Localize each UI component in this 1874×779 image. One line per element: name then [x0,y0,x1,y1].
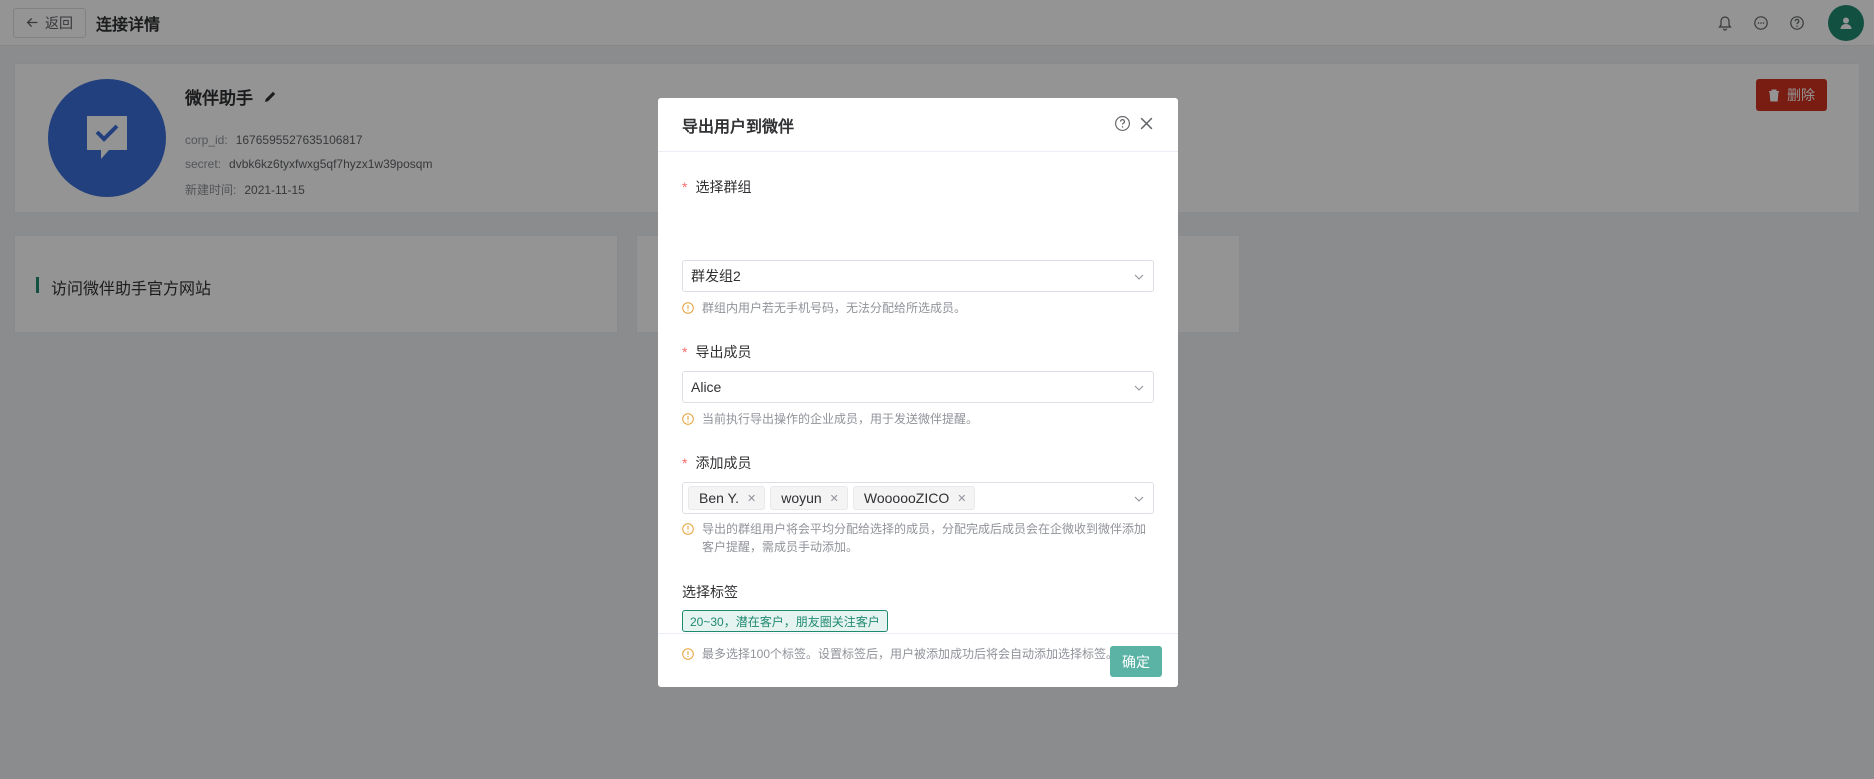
warning-icon [682,523,694,535]
chip-remove-icon[interactable]: ✕ [957,492,966,505]
confirm-button[interactable]: 确定 [1110,646,1162,677]
member-chip: woyun ✕ [770,486,848,510]
add-members-hint: 导出的群组用户将会平均分配给选择的成员，分配完成后成员会在企微收到微伴添加客户提… [682,520,1154,556]
export-users-dialog: 导出用户到微伴 * 选择群组 群发组2 群组内用户若无手机号码，无法分配给所选成员… [658,98,1178,687]
group-select-value: 群发组2 [691,268,741,284]
chevron-down-icon [1134,496,1144,502]
chevron-down-icon [1134,385,1144,391]
chevron-down-icon [1134,274,1144,280]
member-select-value: Alice [691,379,722,395]
help-icon[interactable] [1114,115,1131,132]
member-chip: WoooooZICO ✕ [852,486,976,510]
member-field-label: * 导出成员 [682,344,752,360]
add-members-select[interactable]: Ben Y. ✕ woyun ✕ WoooooZICO ✕ [682,482,1154,514]
tags-field-label: 选择标签 [682,584,738,600]
chip-remove-icon[interactable]: ✕ [830,492,839,505]
group-select[interactable]: 群发组2 [682,260,1154,292]
close-icon[interactable] [1139,116,1154,131]
member-select[interactable]: Alice [682,371,1154,403]
add-members-field-label: * 添加成员 [682,455,752,471]
warning-icon [682,302,694,314]
chip-remove-icon[interactable]: ✕ [747,492,756,505]
group-field-label: * 选择群组 [682,179,752,195]
group-hint: 群组内用户若无手机号码，无法分配给所选成员。 [682,299,1154,317]
tag-selection[interactable]: 20~30，潜在客户，朋友圈关注客户 [682,610,888,632]
member-hint: 当前执行导出操作的企业成员，用于发送微伴提醒。 [682,410,1154,428]
dialog-title: 导出用户到微伴 [682,118,795,136]
member-chip: Ben Y. ✕ [688,486,766,510]
warning-icon [682,413,694,425]
